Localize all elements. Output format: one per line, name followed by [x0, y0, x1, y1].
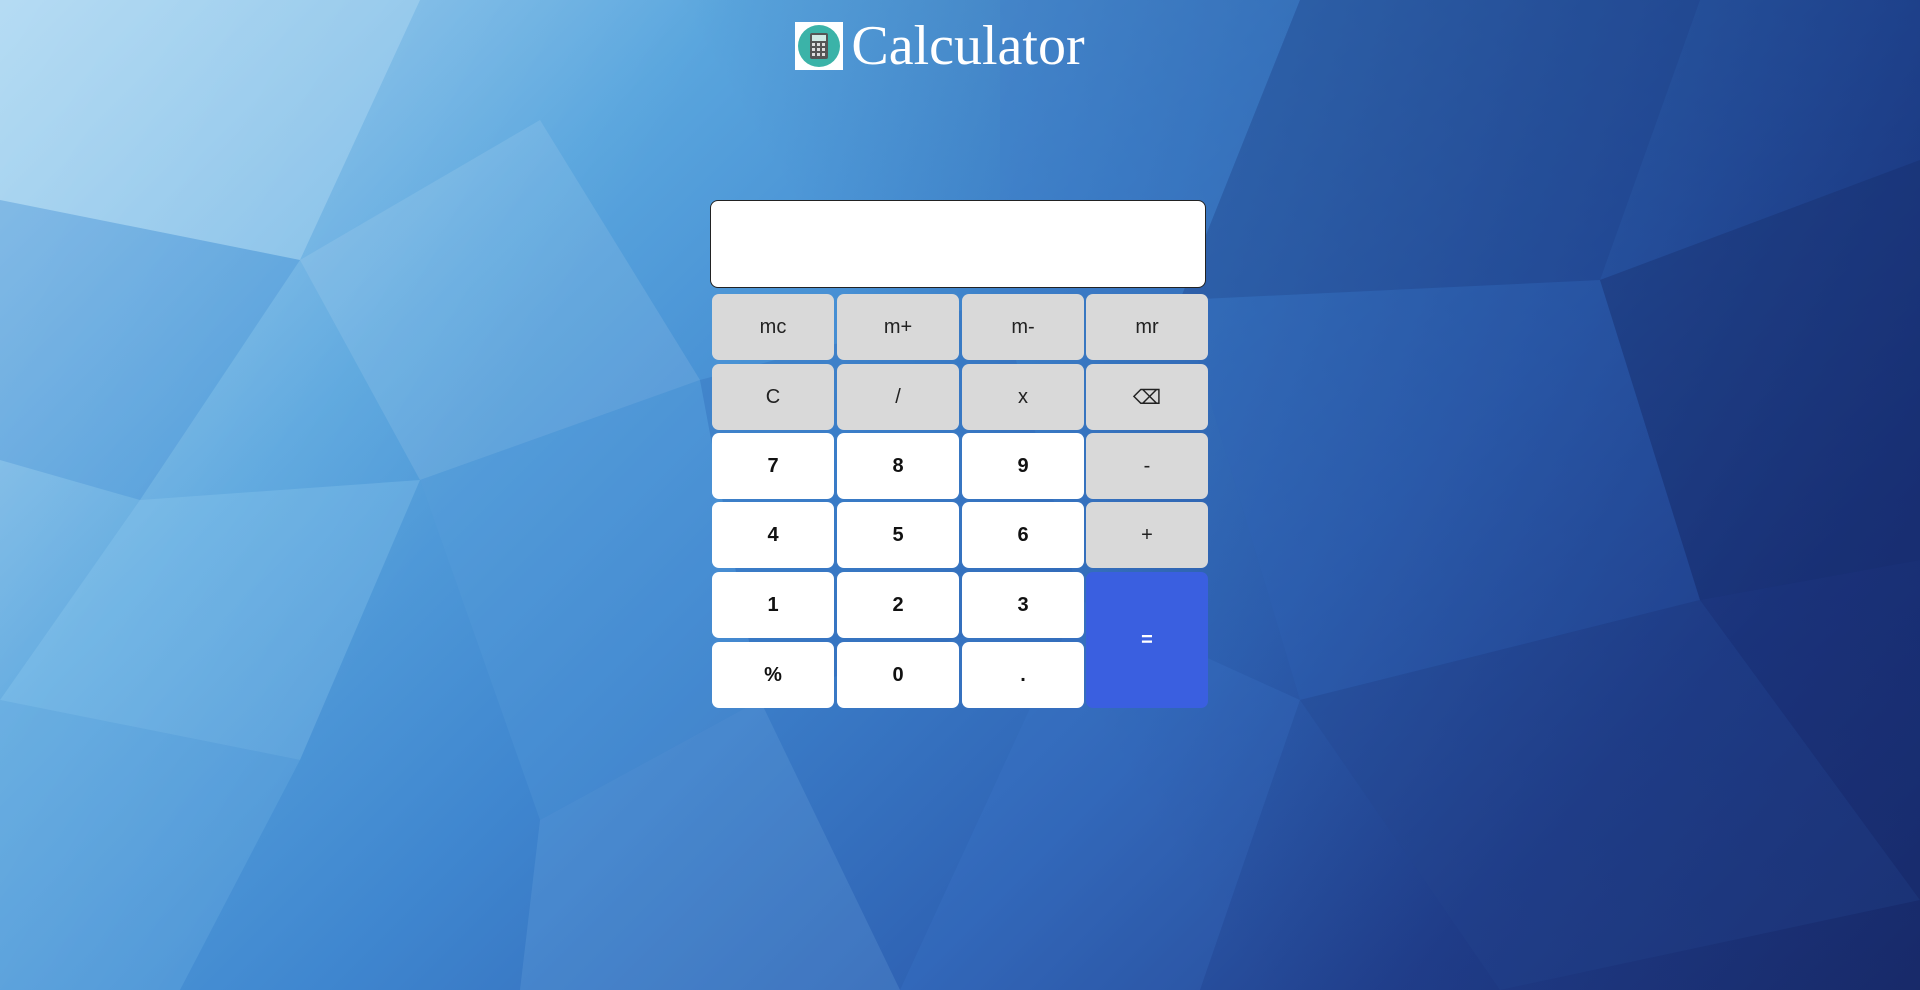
memory-add-button[interactable]: m+ [837, 294, 959, 360]
divide-button[interactable]: / [837, 364, 959, 430]
add-button[interactable]: + [1086, 502, 1208, 568]
memory-subtract-button[interactable]: m- [962, 294, 1084, 360]
digit-1-button[interactable]: 1 [712, 572, 834, 638]
digit-4-button[interactable]: 4 [712, 502, 834, 568]
page-title: Calculator [851, 15, 1085, 77]
result-display[interactable] [710, 200, 1206, 288]
calculator-icon [795, 22, 844, 70]
equals-button[interactable]: = [1086, 572, 1208, 708]
digit-7-button[interactable]: 7 [712, 433, 834, 499]
memory-recall-button[interactable]: mr [1086, 294, 1208, 360]
digit-8-button[interactable]: 8 [837, 433, 959, 499]
calculator: mc m+ m- mr C / x ⌫ 7 8 9 - 4 5 6 + 1 2 … [710, 200, 1210, 710]
decimal-point-button[interactable]: . [962, 642, 1084, 708]
digit-0-button[interactable]: 0 [837, 642, 959, 708]
digit-5-button[interactable]: 5 [837, 502, 959, 568]
percent-button[interactable]: % [712, 642, 834, 708]
digit-2-button[interactable]: 2 [837, 572, 959, 638]
app-header: Calculator [0, 18, 1920, 74]
digit-9-button[interactable]: 9 [962, 433, 1084, 499]
clear-button[interactable]: C [712, 364, 834, 430]
memory-clear-button[interactable]: mc [712, 294, 834, 360]
digit-6-button[interactable]: 6 [962, 502, 1084, 568]
backspace-icon: ⌫ [1132, 386, 1162, 409]
keypad: mc m+ m- mr C / x ⌫ 7 8 9 - 4 5 6 + 1 2 … [710, 294, 1210, 710]
backspace-button[interactable]: ⌫ [1086, 364, 1208, 430]
subtract-button[interactable]: - [1086, 433, 1208, 499]
multiply-button[interactable]: x [962, 364, 1084, 430]
digit-3-button[interactable]: 3 [962, 572, 1084, 638]
